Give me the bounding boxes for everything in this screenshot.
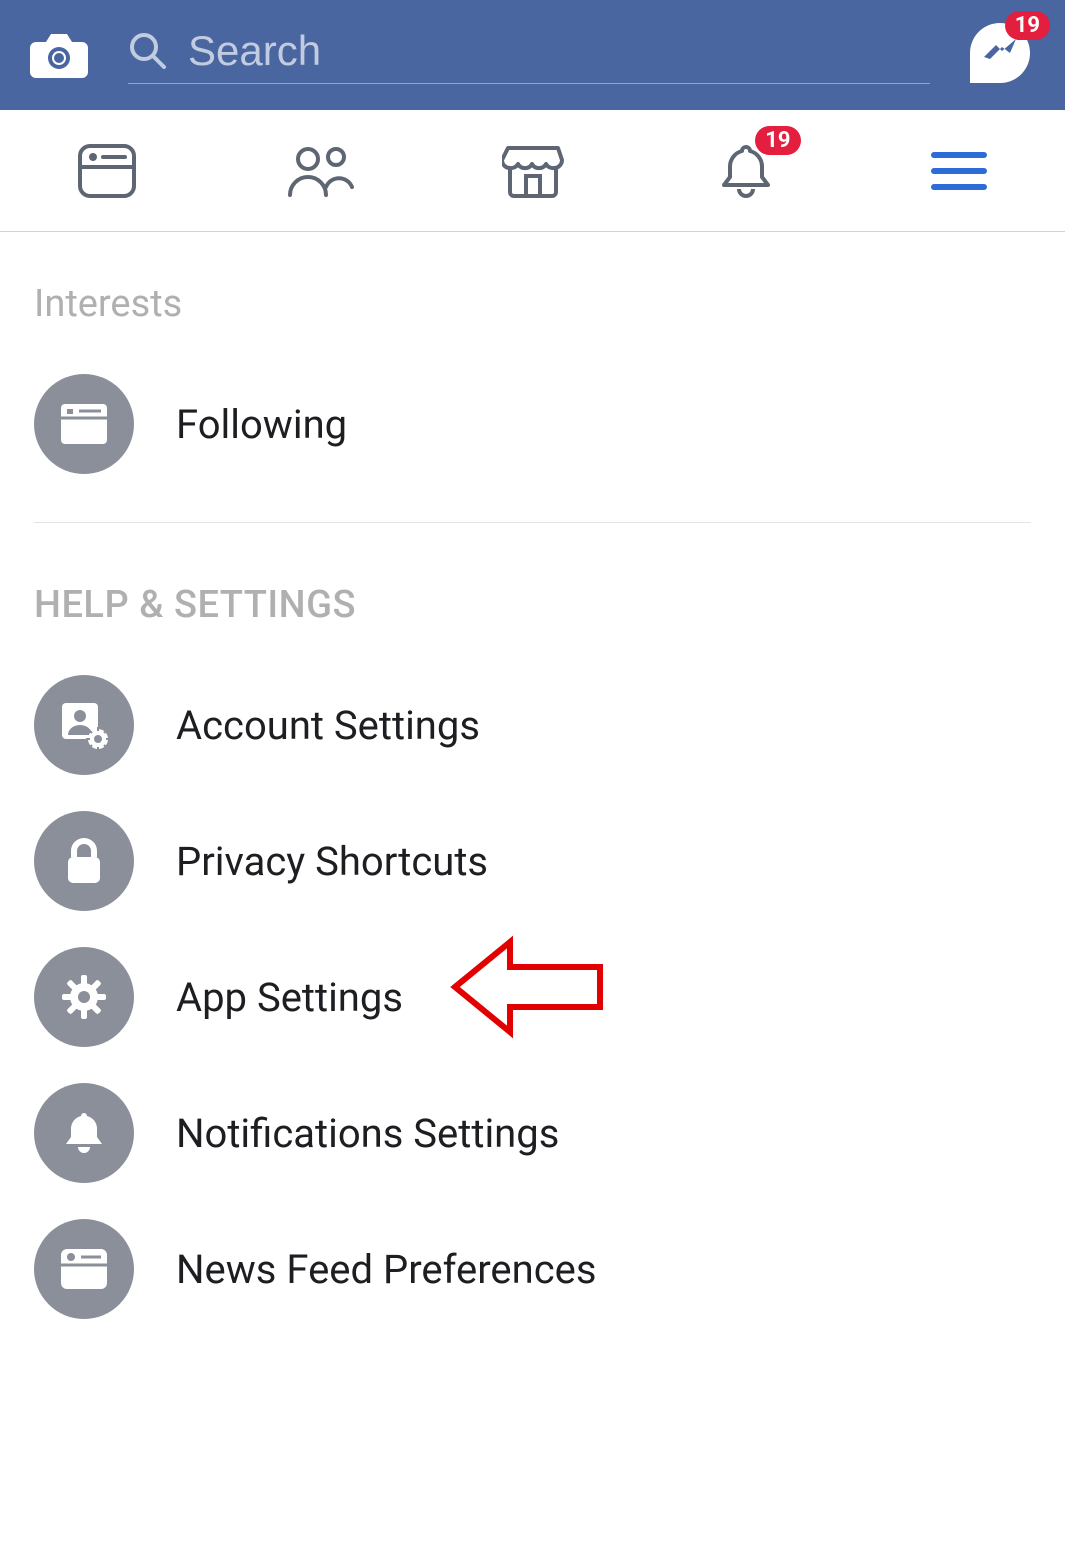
tab-menu[interactable] <box>924 136 994 206</box>
search-icon <box>128 31 168 71</box>
section-title-interests: Interests <box>0 232 1065 356</box>
tab-news-feed[interactable] <box>72 136 142 206</box>
tab-marketplace[interactable] <box>498 136 568 206</box>
menu-item-account-settings[interactable]: Account Settings <box>0 657 1065 793</box>
notifications-badge: 19 <box>755 126 800 155</box>
divider <box>34 522 1031 523</box>
menu-label: News Feed Preferences <box>176 1246 597 1293</box>
menu-item-news-feed-preferences[interactable]: News Feed Preferences <box>0 1201 1065 1337</box>
search-input[interactable] <box>188 27 930 75</box>
annotation-arrow <box>450 932 610 1042</box>
gear-icon <box>34 947 134 1047</box>
menu-list: Interests Following HELP & SETTINGS <box>0 232 1065 1337</box>
menu-label: Notifications Settings <box>176 1110 559 1157</box>
tab-notifications[interactable]: 19 <box>711 136 781 206</box>
menu-label: Privacy Shortcuts <box>176 838 488 885</box>
app-header: 19 <box>0 0 1065 110</box>
lock-icon <box>34 811 134 911</box>
tab-bar: 19 <box>0 110 1065 232</box>
account-settings-icon <box>34 675 134 775</box>
news-feed-icon <box>34 1219 134 1319</box>
menu-label: App Settings <box>176 974 403 1021</box>
menu-item-following[interactable]: Following <box>0 356 1065 492</box>
following-icon <box>34 374 134 474</box>
bell-icon <box>34 1083 134 1183</box>
section-title-help-settings: HELP & SETTINGS <box>0 533 1065 657</box>
menu-item-notifications-settings[interactable]: Notifications Settings <box>0 1065 1065 1201</box>
messenger-badge: 19 <box>1005 11 1050 40</box>
messenger-button[interactable]: 19 <box>970 23 1035 88</box>
search-container[interactable] <box>128 27 930 84</box>
menu-label: Following <box>176 401 347 448</box>
tab-friends[interactable] <box>285 136 355 206</box>
camera-icon[interactable] <box>30 30 88 80</box>
menu-label: Account Settings <box>176 702 480 749</box>
menu-item-privacy-shortcuts[interactable]: Privacy Shortcuts <box>0 793 1065 929</box>
